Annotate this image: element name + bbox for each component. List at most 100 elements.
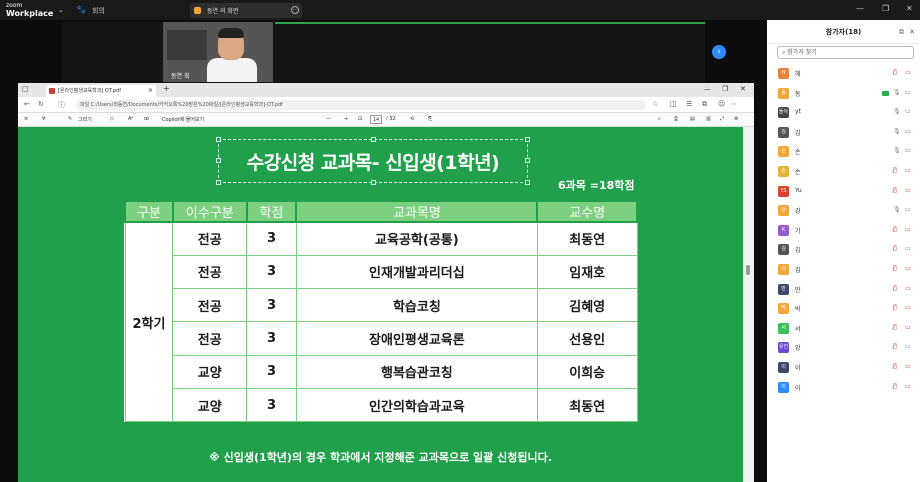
course-table: 구분 이수구분 학점 교과목명 교수명 2학기 전공 3 교육공학(공통) 최동… [124, 200, 638, 423]
participant-row[interactable]: 서 서 🎙̸ ▭ [767, 319, 920, 339]
participant-row[interactable]: H 헤 🎙̸ ▭ [767, 64, 920, 84]
participant-row[interactable]: 손 손 🎙̸ ▭ [767, 162, 920, 182]
back-icon[interactable]: ← [24, 100, 30, 108]
participant-row[interactable]: 유진 앙 🎙̸ ▭ [767, 338, 920, 358]
share-pill-label: 동연 의 화면 [207, 8, 239, 15]
settings-more-icon[interactable]: ⋯ [730, 100, 737, 108]
meeting-label[interactable]: 회의 [92, 6, 105, 16]
menu-icon[interactable]: ≡ [24, 116, 28, 122]
professor-cell: 이희승 [536, 354, 638, 389]
participant-row[interactable]: 강 강 🎙 ▭ [767, 201, 920, 221]
muted-mic-icon: 🎙̸ [893, 264, 897, 272]
page-view-icon[interactable]: ⎘ [428, 116, 432, 122]
muted-mic-icon: 🎙̸ [893, 225, 897, 233]
address-bar[interactable]: 파일 C:/Users/최동연/Documents/카카오톡%20받은%20파일… [76, 100, 646, 110]
participant-row[interactable]: 김 김 🎙̸ ▭ [767, 260, 920, 280]
mic-icon: 🎙 [893, 127, 901, 135]
participant-row[interactable]: 박 박 🎙̸ ▭ [767, 299, 920, 319]
info-icon[interactable]: ⓘ [58, 100, 65, 110]
minimize-icon[interactable]: — [856, 4, 864, 13]
draw-icon[interactable]: ✎ [68, 116, 72, 122]
participant-row[interactable]: 동 동 🎙 ▭ [767, 84, 920, 104]
more-options-icon[interactable]: ⋯ [291, 6, 299, 14]
zoom-out-icon[interactable]: — [326, 116, 331, 122]
new-tab-icon[interactable]: + [163, 84, 170, 93]
participant-row[interactable]: 이 이 🎙̸ ▭ [767, 378, 920, 398]
tab-title: [온라인평생교육학과] OT.pdf [58, 88, 121, 94]
print-icon[interactable]: ⎙ [674, 116, 678, 122]
participant-avatar: 김 [778, 263, 789, 275]
restore-browser-icon[interactable]: ❐ [722, 85, 728, 93]
chevron-down-icon[interactable]: ⌄ [58, 6, 64, 14]
highlight-icon[interactable]: ∀ [42, 116, 45, 122]
participant-row[interactable]: 손 손 🎙 ▭ [767, 142, 920, 162]
participant-row[interactable]: 김 김 🎙 ▭ [767, 123, 920, 143]
participant-avatar: 동 [778, 87, 789, 99]
type-cell: 전공 [172, 221, 248, 256]
participant-name: 앙 [795, 345, 801, 353]
participant-row[interactable]: 돌아 yt 🎙 ▭ [767, 103, 920, 123]
type-cell: 전공 [172, 254, 248, 290]
participant-name: 김 [795, 266, 801, 274]
header-type: 이수구분 [171, 200, 248, 223]
minimize-browser-icon[interactable]: — [704, 85, 711, 93]
browser-tab[interactable]: [온라인평생교육학과] OT.pdf × [46, 85, 156, 97]
pop-out-icon[interactable]: ⧉ [899, 20, 904, 44]
read-aloud-icon[interactable]: Aᵃ [128, 116, 133, 122]
close-browser-icon[interactable]: ✕ [740, 85, 746, 93]
participant-name: 서 [795, 325, 801, 333]
professor-cell: 임재호 [536, 254, 638, 290]
participant-avatar: 박 [778, 303, 789, 315]
scroll-thumb[interactable] [746, 265, 750, 275]
profile-icon[interactable]: ☺ [718, 100, 725, 108]
page-number-input[interactable]: 14 [370, 115, 382, 124]
share-icon [194, 7, 201, 14]
close-panel-icon[interactable]: ✕ [909, 20, 915, 44]
close-tab-icon[interactable]: × [148, 87, 153, 94]
participant-row[interactable]: YS Yu 🎙̸ ▭ [767, 182, 920, 202]
pdf-settings-icon[interactable]: ⚙ [734, 116, 738, 122]
participant-row[interactable]: 이 이 🎙̸ ▭ [767, 358, 920, 378]
resize-handle [525, 180, 530, 185]
participant-avatar: YS [778, 185, 789, 197]
participant-search-input[interactable]: ⌕ 참가자 찾기 [777, 46, 914, 59]
video-off-icon: ▭ [905, 362, 911, 370]
pdf-scrollbar[interactable] [743, 127, 754, 482]
maximize-icon[interactable]: ❐ [882, 4, 889, 13]
muted-mic-icon: 🎙̸ [893, 69, 897, 76]
muted-mic-icon: 🎙̸ [893, 304, 897, 312]
tab-actions-icon[interactable]: ▢ [22, 85, 29, 93]
participant-video-tile[interactable]: 동연 최 [163, 22, 273, 82]
zoom-in-icon[interactable]: + [344, 116, 348, 122]
collections-icon[interactable]: ⧉ [702, 100, 707, 109]
reload-icon[interactable]: ↻ [38, 100, 44, 108]
participant-avatar: 유진 [778, 342, 789, 354]
draw-label[interactable]: 그리기 [78, 116, 92, 123]
shared-browser-window: ▢ [온라인평생교육학과] OT.pdf × + — ❐ ✕ ← ↻ ⓘ 파일 … [18, 83, 754, 482]
brand-bottom: Workplace [6, 9, 54, 18]
search-pdf-icon[interactable]: ⌕ [658, 116, 661, 122]
background-shelf [167, 30, 207, 60]
next-page-icon[interactable]: › [712, 45, 726, 59]
participant-row[interactable]: 만 만 🎙̸ ▭ [767, 280, 920, 300]
professor-cell: 최동연 [536, 387, 638, 423]
save-as-icon[interactable]: ▥ [706, 116, 711, 122]
participant-row[interactable]: K 기 🎙̸ ▭ [767, 221, 920, 241]
star-icon[interactable]: ☆ [652, 100, 658, 108]
fullscreen-icon[interactable]: ⤢ [720, 116, 724, 122]
participant-row[interactable]: 김 김 🎙̸ ▭ [767, 240, 920, 260]
rotate-icon[interactable]: ⟲ [410, 116, 414, 122]
course-cell: 장애인평생교육론 [295, 321, 538, 356]
active-speaker-indicator [275, 22, 705, 24]
immersive-reader-icon[interactable]: ꝏ [144, 116, 149, 122]
favorites-icon[interactable]: ☰ [686, 100, 692, 108]
save-icon[interactable]: ▤ [690, 116, 695, 122]
eraser-icon[interactable]: ◇ [110, 116, 114, 122]
resize-handle [371, 137, 376, 142]
copilot-button[interactable]: Copilot에 물어보기 [162, 116, 204, 123]
close-window-icon[interactable]: ✕ [906, 4, 913, 13]
screen-share-indicator[interactable]: 동연 의 화면 ⋯ [190, 3, 302, 18]
split-screen-icon[interactable]: ◫ [670, 100, 677, 108]
video-icon: ▭ [905, 108, 911, 116]
fit-page-icon[interactable]: ⊡ [358, 116, 362, 122]
